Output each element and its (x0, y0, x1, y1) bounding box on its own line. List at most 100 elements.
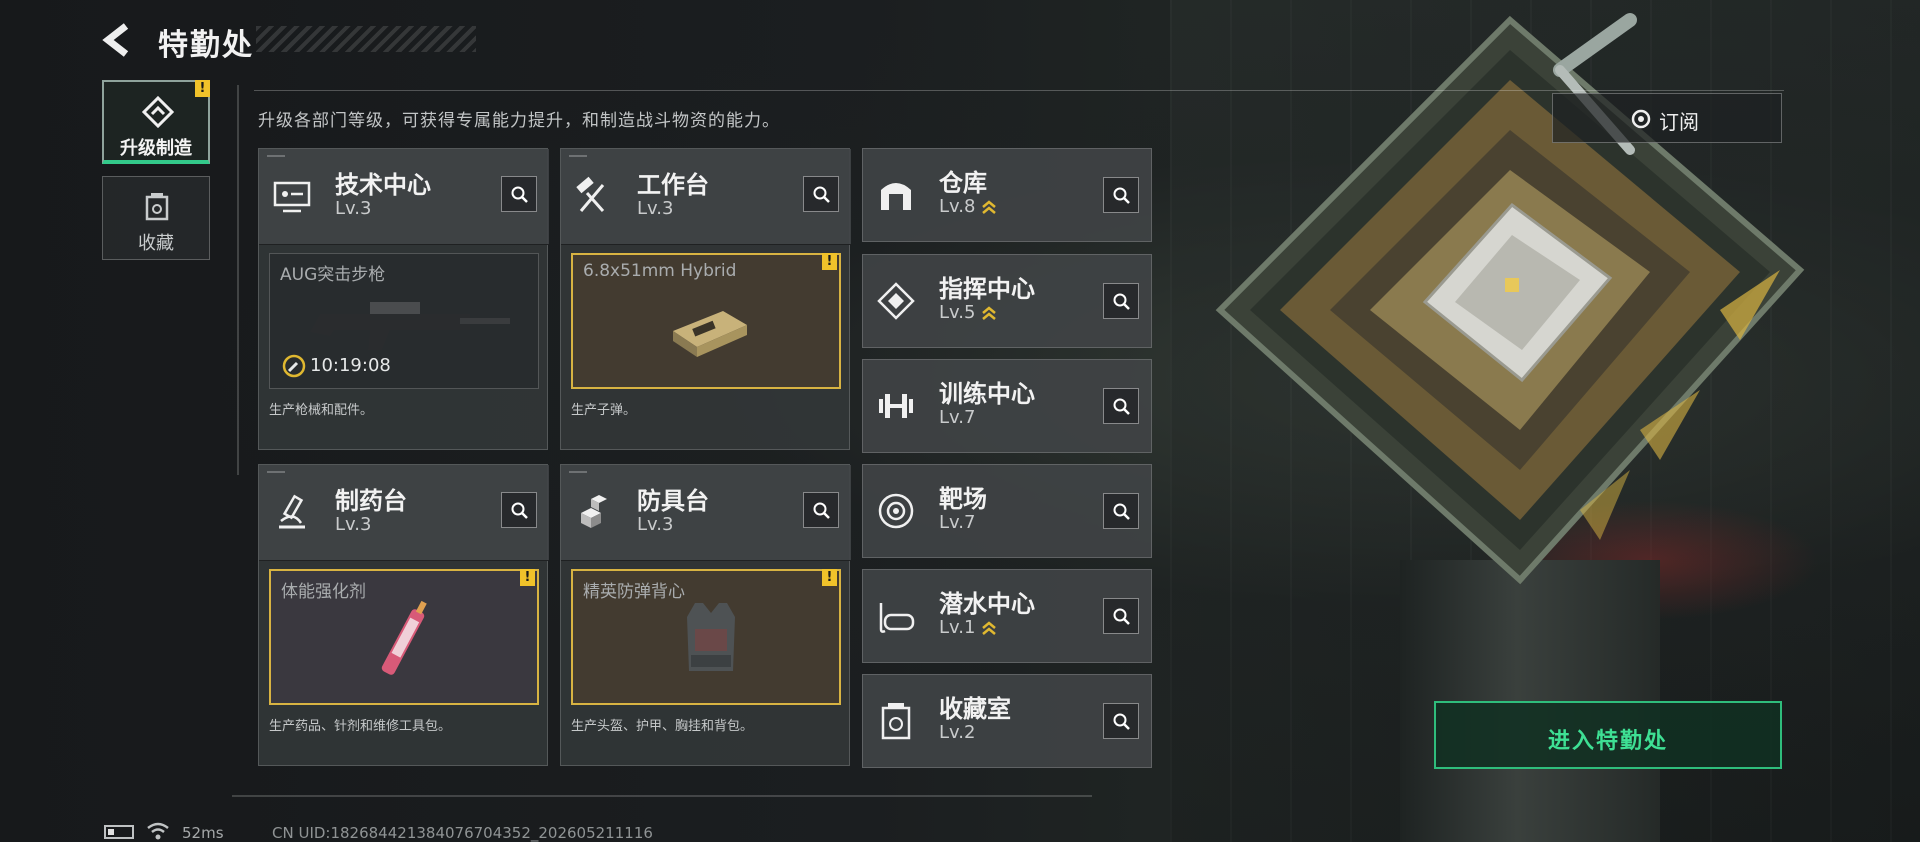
card-corner (267, 471, 285, 473)
product-name: 体能强化剂 (281, 582, 366, 602)
card-name: 技术中心 (335, 171, 431, 199)
card-corner (569, 471, 587, 473)
syringe-image (381, 600, 427, 675)
search-button[interactable] (1103, 177, 1139, 213)
card-name: 指挥中心 (939, 275, 1035, 303)
production-slot[interactable]: 体能强化剂 ! (269, 569, 539, 705)
ping-text: 52ms (182, 824, 224, 842)
card-level: Lv.1 (939, 617, 997, 638)
uid-text: CN UID:18268442138407670435​2_2026052111… (272, 824, 653, 842)
card-level: Lv.5 (939, 302, 997, 323)
page-title: 特勤处 (158, 28, 254, 63)
search-icon (813, 186, 830, 203)
card-header: 技术中心 Lv.3 (259, 149, 549, 245)
vest-image (687, 603, 735, 671)
search-button[interactable] (1103, 493, 1139, 529)
footer-divider (232, 795, 1092, 797)
product-name: 精英防弹背心 (583, 582, 685, 602)
card-name: 工作台 (637, 171, 709, 199)
card-description: 生产药品、针剂和维修工具包。 (269, 719, 452, 734)
battery-icon (104, 825, 134, 839)
card-name: 仓库 (939, 169, 987, 197)
search-icon (1113, 187, 1130, 204)
search-button[interactable] (501, 176, 537, 212)
card-corner (569, 155, 587, 157)
collection-icon (145, 193, 169, 221)
search-button[interactable] (1103, 283, 1139, 319)
diving-center-icon (879, 603, 915, 633)
search-button[interactable] (803, 492, 839, 528)
level-text: Lv.8 (939, 196, 976, 217)
wrench-timer-icon (282, 354, 306, 378)
card-diving-center[interactable]: 潜水中心 Lv.1 (862, 569, 1152, 663)
production-timer: 10:19:08 (282, 354, 391, 378)
card-workbench[interactable]: 工作台 Lv.3 6.8x51mm Hybrid ! 生产子弹。 (560, 148, 851, 450)
card-level: Lv.8 (939, 196, 997, 217)
search-icon (511, 502, 528, 519)
tab-upgrade-manufacture[interactable]: 升级制造 ! (102, 80, 210, 164)
card-header: 防具台 Lv.3 (561, 465, 851, 561)
warning-badge: ! (520, 569, 535, 586)
card-pharmacy[interactable]: 制药台 Lv.3 体能强化剂 ! 生产药品、针剂和维修工具包。 (258, 464, 549, 766)
subscribe-label: 订阅 (1659, 110, 1699, 134)
card-description: 生产头盔、护甲、胸挂和背包。 (571, 719, 754, 734)
subscribe-button[interactable]: 订阅 (1552, 93, 1782, 143)
production-slot[interactable]: 6.8x51mm Hybrid ! (571, 253, 841, 389)
wifi-icon (147, 822, 169, 840)
warning-badge: ! (822, 253, 837, 270)
camera-icon (1631, 109, 1651, 129)
card-level: Lv.7 (939, 512, 976, 533)
card-description: 生产子弹。 (571, 403, 637, 418)
production-slot[interactable]: 精英防弹背心 ! (571, 569, 841, 705)
level-text: Lv.1 (939, 617, 976, 638)
enter-label: 进入特勤处 (1547, 729, 1668, 754)
enter-special-ops-button[interactable]: 进入特勤处 (1434, 701, 1782, 769)
card-name: 制药台 (335, 487, 407, 515)
side-divider (237, 85, 239, 475)
search-icon (1113, 293, 1130, 310)
card-description: 生产枪械和配件。 (269, 403, 374, 418)
card-corner (267, 155, 285, 157)
card-level: Lv.3 (335, 198, 372, 219)
ammo-box-image (673, 311, 747, 357)
card-name: 潜水中心 (939, 590, 1035, 618)
upgrade-icon (142, 96, 174, 128)
title-decoration (256, 26, 476, 52)
card-tech-center[interactable]: 技术中心 Lv.3 AUG突击步枪 10:19:08 生产枪械和配件。 (258, 148, 549, 450)
tab-collection[interactable]: 收藏 (102, 176, 210, 260)
card-name: 防具台 (637, 487, 709, 515)
card-header: 工作台 Lv.3 (561, 149, 851, 245)
search-button[interactable] (501, 492, 537, 528)
card-warehouse[interactable]: 仓库 Lv.8 (862, 148, 1152, 242)
card-collection-room[interactable]: 收藏室 Lv.2 (862, 674, 1152, 768)
search-button[interactable] (803, 176, 839, 212)
back-arrow-icon[interactable] (100, 20, 134, 60)
pharmacy-icon (279, 494, 305, 529)
card-shooting-range[interactable]: 靶场 Lv.7 (862, 464, 1152, 558)
search-icon (1113, 608, 1130, 625)
card-name: 收藏室 (939, 695, 1011, 723)
search-button[interactable] (1103, 703, 1139, 739)
level-text: Lv.5 (939, 302, 976, 323)
search-icon (511, 186, 528, 203)
search-icon (1113, 503, 1130, 520)
upgrade-chevron-icon (982, 306, 997, 320)
armor-bench-icon (581, 495, 607, 528)
card-level: Lv.3 (335, 514, 372, 535)
warning-badge: ! (195, 80, 210, 97)
card-training-center[interactable]: 训练中心 Lv.7 (862, 359, 1152, 453)
search-button[interactable] (1103, 388, 1139, 424)
card-armor-bench[interactable]: 防具台 Lv.3 精英防弹背心 ! 生产头盔、护甲、胸挂和背包。 (560, 464, 851, 766)
workbench-icon (576, 176, 605, 212)
search-icon (1113, 713, 1130, 730)
card-level: Lv.3 (637, 198, 674, 219)
search-button[interactable] (1103, 598, 1139, 634)
tab-label: 收藏 (138, 233, 174, 254)
shooting-range-icon (878, 493, 914, 529)
card-command-center[interactable]: 指挥中心 Lv.5 (862, 254, 1152, 348)
product-name: 6.8x51mm Hybrid (583, 261, 737, 281)
production-slot[interactable]: AUG突击步枪 10:19:08 (269, 253, 539, 389)
upgrade-chevron-icon (982, 621, 997, 635)
upgrade-chevron-icon (982, 200, 997, 214)
search-icon (813, 502, 830, 519)
